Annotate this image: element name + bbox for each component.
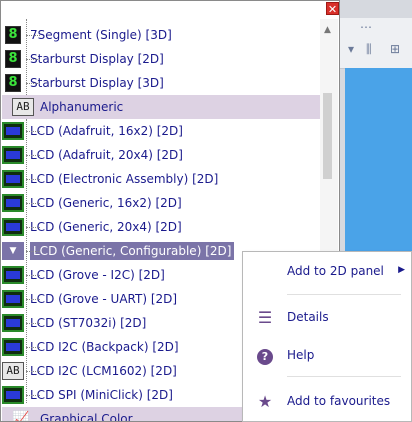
lcd-icon [2, 290, 24, 308]
tree-item[interactable]: LCD (Adafruit, 20x4) [2D] [2, 143, 320, 167]
tree-item[interactable]: 8 Starburst Display [3D] [2, 71, 320, 95]
menu-separator [287, 294, 401, 295]
help-icon: ? [255, 345, 275, 365]
tree-item-label: Starburst Display [2D] [30, 52, 164, 66]
tree-item-label: LCD I2C (Backpack) [2D] [30, 340, 179, 354]
close-button[interactable]: ✕ [326, 2, 339, 16]
dots-icon: ⋯ [360, 20, 372, 34]
starburst-icon: 8 [5, 50, 21, 68]
menu-separator [287, 376, 401, 377]
lcd-icon [2, 386, 24, 404]
category-label: Alphanumeric [40, 100, 124, 114]
tree-item[interactable]: 8 Starburst Display [2D] [2, 47, 320, 71]
tree-item-label: LCD (Adafruit, 20x4) [2D] [30, 148, 183, 162]
category-alphanumeric[interactable]: AB Alphanumeric [2, 95, 320, 119]
seven-segment-icon: 8 [5, 26, 21, 44]
tree-item-label: LCD (Generic, 16x2) [2D] [30, 196, 182, 210]
tree-item-label: LCD (Adafruit, 16x2) [2D] [30, 124, 183, 138]
tree-item-label: LCD (ST7032i) [2D] [30, 316, 147, 330]
lcd-icon [2, 266, 24, 284]
dropdown-icon[interactable]: ▾ [348, 42, 354, 56]
tree-item[interactable]: LCD (Adafruit, 16x2) [2D] [2, 119, 320, 143]
alphanumeric-icon: AB [12, 98, 34, 116]
menu-item-label: Help [287, 348, 315, 362]
tree-item-label: LCD SPI (MiniClick) [2D] [30, 388, 173, 402]
menu-item-label: Add to 2D panel [287, 264, 384, 278]
lcd-icon [2, 146, 24, 164]
lcd-icon [2, 194, 24, 212]
scrollbar-thumb[interactable] [323, 93, 332, 179]
menu-item-label: Details [287, 310, 329, 324]
tree-item[interactable]: LCD (Generic, 20x4) [2D] [2, 215, 320, 239]
tree-item-label: LCD (Generic, 20x4) [2D] [30, 220, 182, 234]
tree-item-label: LCD (Electronic Assembly) [2D] [30, 172, 219, 186]
tree-item-label: LCD (Grove - UART) [2D] [30, 292, 178, 306]
category-label: Graphical Color [40, 412, 133, 422]
graph-icon: 📈 [12, 411, 30, 422]
tree-item-label: 7Segment (Single) [3D] [30, 28, 172, 42]
toolbar: ▾ ⫼ ⊞ ⋯ [340, 18, 412, 69]
tree-item-label: Starburst Display [3D] [30, 76, 164, 90]
lcd-icon [2, 314, 24, 332]
chart-icon[interactable]: ⫼ [366, 42, 372, 57]
alphanumeric-icon: AB [2, 362, 24, 380]
tree-item-label: LCD (Grove - I2C) [2D] [30, 268, 165, 282]
tree-item[interactable]: 8 7Segment (Single) [3D] [2, 23, 320, 47]
menu-item-label: Add to favourites [287, 394, 391, 408]
lcd-icon [2, 218, 24, 236]
tree-item[interactable]: LCD (Generic, 16x2) [2D] [2, 191, 320, 215]
lcd-icon [2, 338, 24, 356]
grid-icon[interactable]: ⊞ [390, 42, 400, 56]
lcd-icon [2, 122, 24, 140]
star-icon: ★ [257, 391, 273, 411]
tree-item-label: LCD (Generic, Configurable) [2D] [30, 242, 235, 260]
menu-item-help[interactable]: ? Help [243, 342, 411, 368]
context-menu: Add to 2D panel ▶ ☰ Details ? Help ★ Add… [242, 251, 412, 422]
details-icon: ☰ [257, 307, 273, 327]
menu-item-add-favourites[interactable]: ★ Add to favourites [243, 388, 411, 414]
tree-item[interactable]: LCD (Electronic Assembly) [2D] [2, 167, 320, 191]
scroll-up-icon[interactable]: ▲ [324, 25, 331, 35]
lcd-icon [2, 170, 24, 188]
menu-item-details[interactable]: ☰ Details [243, 304, 411, 330]
tree-item-label: LCD I2C (LCM1602) [2D] [30, 364, 177, 378]
submenu-arrow-icon: ▶ [398, 265, 405, 275]
dropdown-arrow-icon[interactable]: ▼ [2, 242, 24, 260]
menu-item-add-to-panel[interactable]: Add to 2D panel ▶ [243, 258, 411, 284]
starburst-icon: 8 [5, 74, 21, 92]
